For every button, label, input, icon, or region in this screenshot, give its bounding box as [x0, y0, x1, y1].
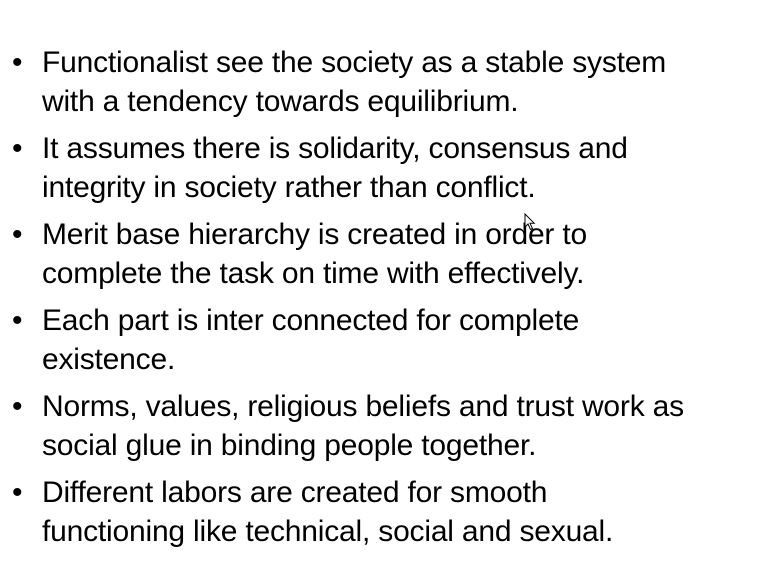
- bullet-text-line: social glue in binding people together.: [42, 429, 537, 462]
- list-item: • Merit base hierarchy is created in ord…: [12, 215, 764, 293]
- bullet-icon: •: [12, 132, 23, 165]
- bullet-icon: •: [12, 46, 23, 79]
- bullet-text-line: Each part is inter connected for complet…: [42, 304, 580, 337]
- bullet-text-line: existence.: [42, 343, 176, 376]
- list-item: • It assumes there is solidarity, consen…: [12, 129, 764, 207]
- slide: • Functionalist see the society as a sta…: [0, 0, 770, 565]
- bullet-text-line: with a tendency towards equilibrium.: [42, 85, 519, 118]
- list-item: • Functionalist see the society as a sta…: [12, 43, 764, 121]
- list-item: • Different labors are created for smoot…: [12, 473, 764, 551]
- bullet-text-line: Merit base hierarchy is created in order…: [42, 218, 587, 251]
- bullet-icon: •: [12, 304, 23, 337]
- bullet-text-line: It assumes there is solidarity, consensu…: [42, 132, 628, 165]
- list-item: • Each part is inter connected for compl…: [12, 301, 764, 379]
- bullet-text-line: Norms, values, religious beliefs and tru…: [42, 390, 684, 423]
- bullet-icon: •: [12, 218, 23, 251]
- bullet-text-line: integrity in society rather than conflic…: [42, 171, 536, 204]
- bullet-text-line: functioning like technical, social and s…: [42, 515, 614, 548]
- bullet-icon: •: [12, 390, 23, 423]
- bullet-text-line: complete the task on time with effective…: [42, 257, 585, 290]
- list-item: • Norms, values, religious beliefs and t…: [12, 387, 764, 465]
- bullet-text-line: Different labors are created for smooth: [42, 476, 548, 509]
- bullet-text-line: Functionalist see the society as a stabl…: [42, 46, 667, 79]
- bullet-icon: •: [12, 476, 23, 509]
- bullet-list: • Functionalist see the society as a sta…: [12, 43, 764, 559]
- mouse-pointer-icon: [524, 213, 536, 231]
